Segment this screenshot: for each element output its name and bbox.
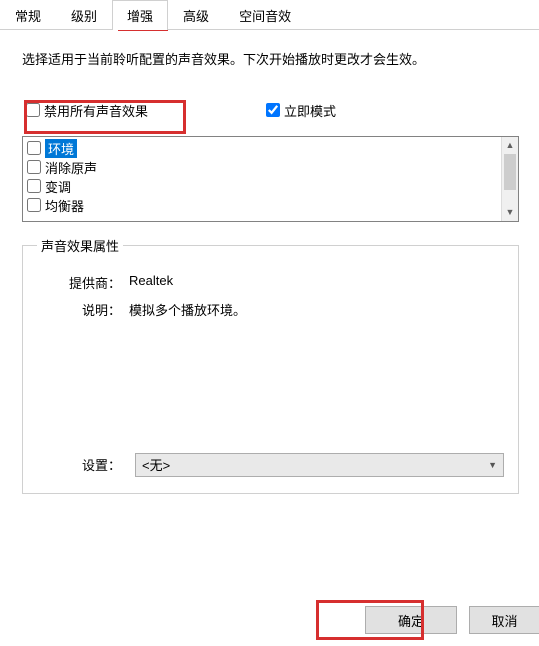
provider-label: 提供商： <box>37 273 129 292</box>
scroll-thumb[interactable] <box>504 154 516 190</box>
list-item[interactable]: 消除原声 <box>27 158 497 177</box>
effect-checkbox[interactable] <box>27 179 41 193</box>
top-checkbox-row: 禁用所有声音效果 立即模式 <box>22 97 519 124</box>
effect-checkbox[interactable] <box>27 160 41 174</box>
effects-listbox[interactable]: 环境 消除原声 变调 均衡器 ▲ ▼ <box>22 136 519 222</box>
desc-row: 说明： 模拟多个播放环境。 <box>37 300 504 319</box>
provider-value: Realtek <box>129 273 504 292</box>
disable-all-effects-checkbox[interactable]: 禁用所有声音效果 <box>22 97 152 124</box>
tab-general[interactable]: 常规 <box>0 0 56 30</box>
immediate-mode-checkbox[interactable]: 立即模式 <box>262 97 340 124</box>
effects-list-inner: 环境 消除原声 变调 均衡器 <box>23 137 501 221</box>
effect-label: 均衡器 <box>45 196 84 215</box>
description-text: 选择适用于当前聆听配置的声音效果。下次开始播放时更改才会生效。 <box>22 50 519 71</box>
immediate-mode-label: 立即模式 <box>284 101 336 120</box>
scroll-down-icon[interactable]: ▼ <box>502 204 518 221</box>
effect-checkbox[interactable] <box>27 141 41 155</box>
tab-levels[interactable]: 级别 <box>56 0 112 30</box>
dialog-button-bar: 确定 取消 <box>365 606 539 634</box>
ok-button[interactable]: 确定 <box>365 606 457 634</box>
tab-content: 选择适用于当前聆听配置的声音效果。下次开始播放时更改才会生效。 禁用所有声音效果… <box>0 30 539 494</box>
desc-value: 模拟多个播放环境。 <box>129 300 504 319</box>
list-item[interactable]: 变调 <box>27 177 497 196</box>
tab-enhancements[interactable]: 增强 <box>112 0 168 30</box>
effect-label: 环境 <box>45 139 77 158</box>
immediate-mode-input[interactable] <box>266 103 280 117</box>
provider-row: 提供商： Realtek <box>37 273 504 292</box>
scroll-up-icon[interactable]: ▲ <box>502 137 518 154</box>
desc-label: 说明： <box>37 300 129 319</box>
tab-advanced[interactable]: 高级 <box>168 0 224 30</box>
list-item[interactable]: 环境 <box>27 139 497 158</box>
settings-label: 设置： <box>37 455 129 474</box>
tab-strip: 常规 级别 增强 高级 空间音效 <box>0 0 539 30</box>
settings-row: 设置： <无> ▼ <box>37 453 504 477</box>
list-item[interactable]: 均衡器 <box>27 196 497 215</box>
listbox-scrollbar[interactable]: ▲ ▼ <box>501 137 518 221</box>
disable-all-effects-input[interactable] <box>26 103 40 117</box>
effect-label: 消除原声 <box>45 158 97 177</box>
effect-properties-group: 声音效果属性 提供商： Realtek 说明： 模拟多个播放环境。 设置： <无… <box>22 236 519 494</box>
groupbox-legend: 声音效果属性 <box>37 236 123 255</box>
cancel-button[interactable]: 取消 <box>469 606 539 634</box>
tab-spatial[interactable]: 空间音效 <box>224 0 306 30</box>
effect-checkbox[interactable] <box>27 198 41 212</box>
settings-value: <无> <box>142 455 170 474</box>
scroll-track[interactable] <box>502 190 518 204</box>
disable-all-effects-label: 禁用所有声音效果 <box>44 101 148 120</box>
settings-combobox[interactable]: <无> ▼ <box>135 453 504 477</box>
effect-label: 变调 <box>45 177 71 196</box>
chevron-down-icon: ▼ <box>488 460 497 470</box>
